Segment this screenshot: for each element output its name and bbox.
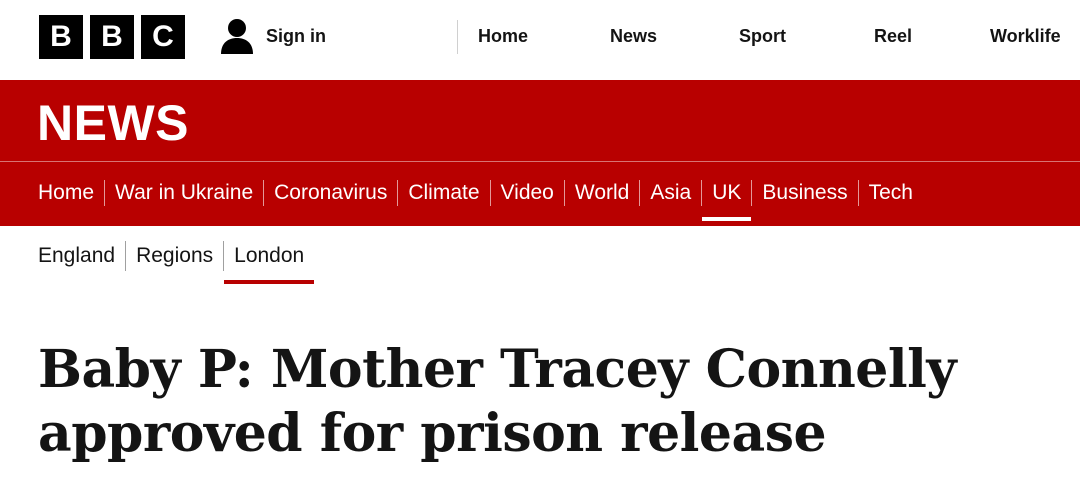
- global-nav-news[interactable]: News: [610, 26, 657, 47]
- section-nav: Home War in Ukraine Coronavirus Climate …: [38, 179, 923, 221]
- person-icon: [221, 19, 253, 54]
- sign-in-label: Sign in: [266, 25, 326, 46]
- sub-nav-regions[interactable]: Regions: [126, 241, 223, 271]
- sign-in-link[interactable]: Sign in: [220, 18, 326, 54]
- news-title[interactable]: NEWS: [37, 94, 189, 152]
- section-nav-tech[interactable]: Tech: [859, 179, 923, 207]
- section-nav-uk[interactable]: UK: [702, 179, 752, 221]
- sub-nav: England Regions London: [38, 241, 315, 284]
- news-banner: NEWS Home War in Ukraine Coronavirus Cli…: [0, 80, 1080, 226]
- section-nav-video[interactable]: Video: [491, 179, 564, 207]
- section-nav-asia[interactable]: Asia: [640, 179, 701, 207]
- section-nav-coronavirus[interactable]: Coronavirus: [264, 179, 397, 207]
- sub-nav-london[interactable]: London: [224, 241, 315, 284]
- bbc-logo-letter-b2: B: [90, 15, 134, 59]
- banner-divider: [0, 161, 1080, 162]
- bbc-logo[interactable]: B B C: [39, 15, 185, 59]
- global-header: B B C Sign in Home News Sport Reel Workl…: [0, 0, 1080, 80]
- global-nav: Home News Sport Reel Worklife: [457, 20, 1061, 54]
- global-nav-sport[interactable]: Sport: [739, 26, 786, 47]
- bbc-logo-letter-b1: B: [39, 15, 83, 59]
- bbc-logo-letter-c: C: [141, 15, 185, 59]
- article-headline: Baby P: Mother Tracey Connelly approved …: [38, 339, 957, 464]
- section-nav-world[interactable]: World: [565, 179, 639, 207]
- section-nav-home[interactable]: Home: [38, 179, 104, 207]
- global-nav-reel[interactable]: Reel: [874, 26, 912, 47]
- section-nav-climate[interactable]: Climate: [398, 179, 489, 207]
- section-nav-war-in-ukraine[interactable]: War in Ukraine: [105, 179, 263, 207]
- section-nav-business[interactable]: Business: [752, 179, 857, 207]
- sub-nav-england[interactable]: England: [38, 241, 125, 271]
- global-nav-home[interactable]: Home: [478, 26, 528, 47]
- global-nav-worklife[interactable]: Worklife: [990, 26, 1061, 47]
